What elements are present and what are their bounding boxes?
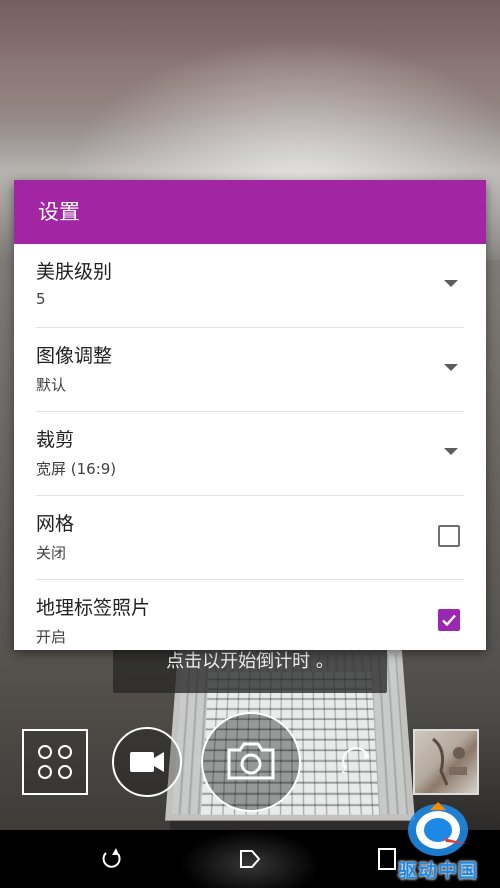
setting-value: 宽屏 (16:9): [36, 460, 117, 478]
video-record-button[interactable]: [112, 727, 182, 797]
back-icon: [102, 848, 121, 868]
setting-value: 默认: [36, 376, 67, 394]
setting-row-crop[interactable]: 裁剪 宽屏 (16:9): [36, 412, 464, 496]
dropdown-arrow-icon[interactable]: [444, 280, 458, 287]
setting-title: 图像调整: [36, 345, 113, 367]
video-camera-icon: [130, 752, 164, 772]
setting-row-geotag[interactable]: 地理标签照片 开启: [36, 580, 464, 650]
camera-mode-button[interactable]: [22, 729, 88, 795]
setting-row-grid[interactable]: 网格 关闭: [36, 496, 464, 580]
setting-title: 美肤级别: [36, 261, 113, 283]
setting-value: 5: [36, 290, 46, 308]
watermark-text: 驱动中国: [397, 860, 478, 882]
watermark-logo: 驱动中国: [378, 800, 498, 886]
gallery-thumbnail[interactable]: [413, 729, 479, 795]
settings-dialog: 设置 美肤级别 5 图像调整 默认 裁剪 宽屏 (16:9) 网格 关闭 地理标…: [14, 180, 486, 650]
dropdown-arrow-icon[interactable]: [444, 364, 458, 371]
camera-icon: [227, 742, 275, 780]
self-timer-icon: 2: [341, 747, 370, 776]
grid-checkbox[interactable]: [438, 525, 460, 547]
self-timer-button[interactable]: 2: [337, 742, 377, 782]
geotag-checkbox[interactable]: [438, 609, 460, 631]
setting-title: 裁剪: [36, 429, 75, 451]
countdown-toast: 点击以开始倒计时 。: [113, 647, 387, 693]
setting-title: 网格: [36, 513, 75, 535]
dialog-title: 设置: [14, 180, 486, 244]
grid-icon: [38, 745, 52, 759]
dropdown-arrow-icon[interactable]: [444, 448, 458, 455]
setting-title: 地理标签照片: [36, 597, 151, 619]
back-button[interactable]: [96, 844, 126, 874]
setting-row-beauty-level[interactable]: 美肤级别 5: [36, 244, 464, 328]
timer-value: 2: [341, 763, 348, 776]
setting-row-image-adjust[interactable]: 图像调整 默认: [36, 328, 464, 412]
shutter-button[interactable]: [201, 712, 301, 812]
photo-thumbnail-image: [432, 737, 467, 786]
home-button[interactable]: [235, 844, 265, 874]
setting-value: 关闭: [36, 544, 67, 562]
home-icon: [240, 850, 261, 868]
checkmark-icon: [442, 614, 456, 627]
toast-text: 点击以开始倒计时 。: [166, 651, 334, 672]
setting-value: 开启: [36, 628, 67, 646]
